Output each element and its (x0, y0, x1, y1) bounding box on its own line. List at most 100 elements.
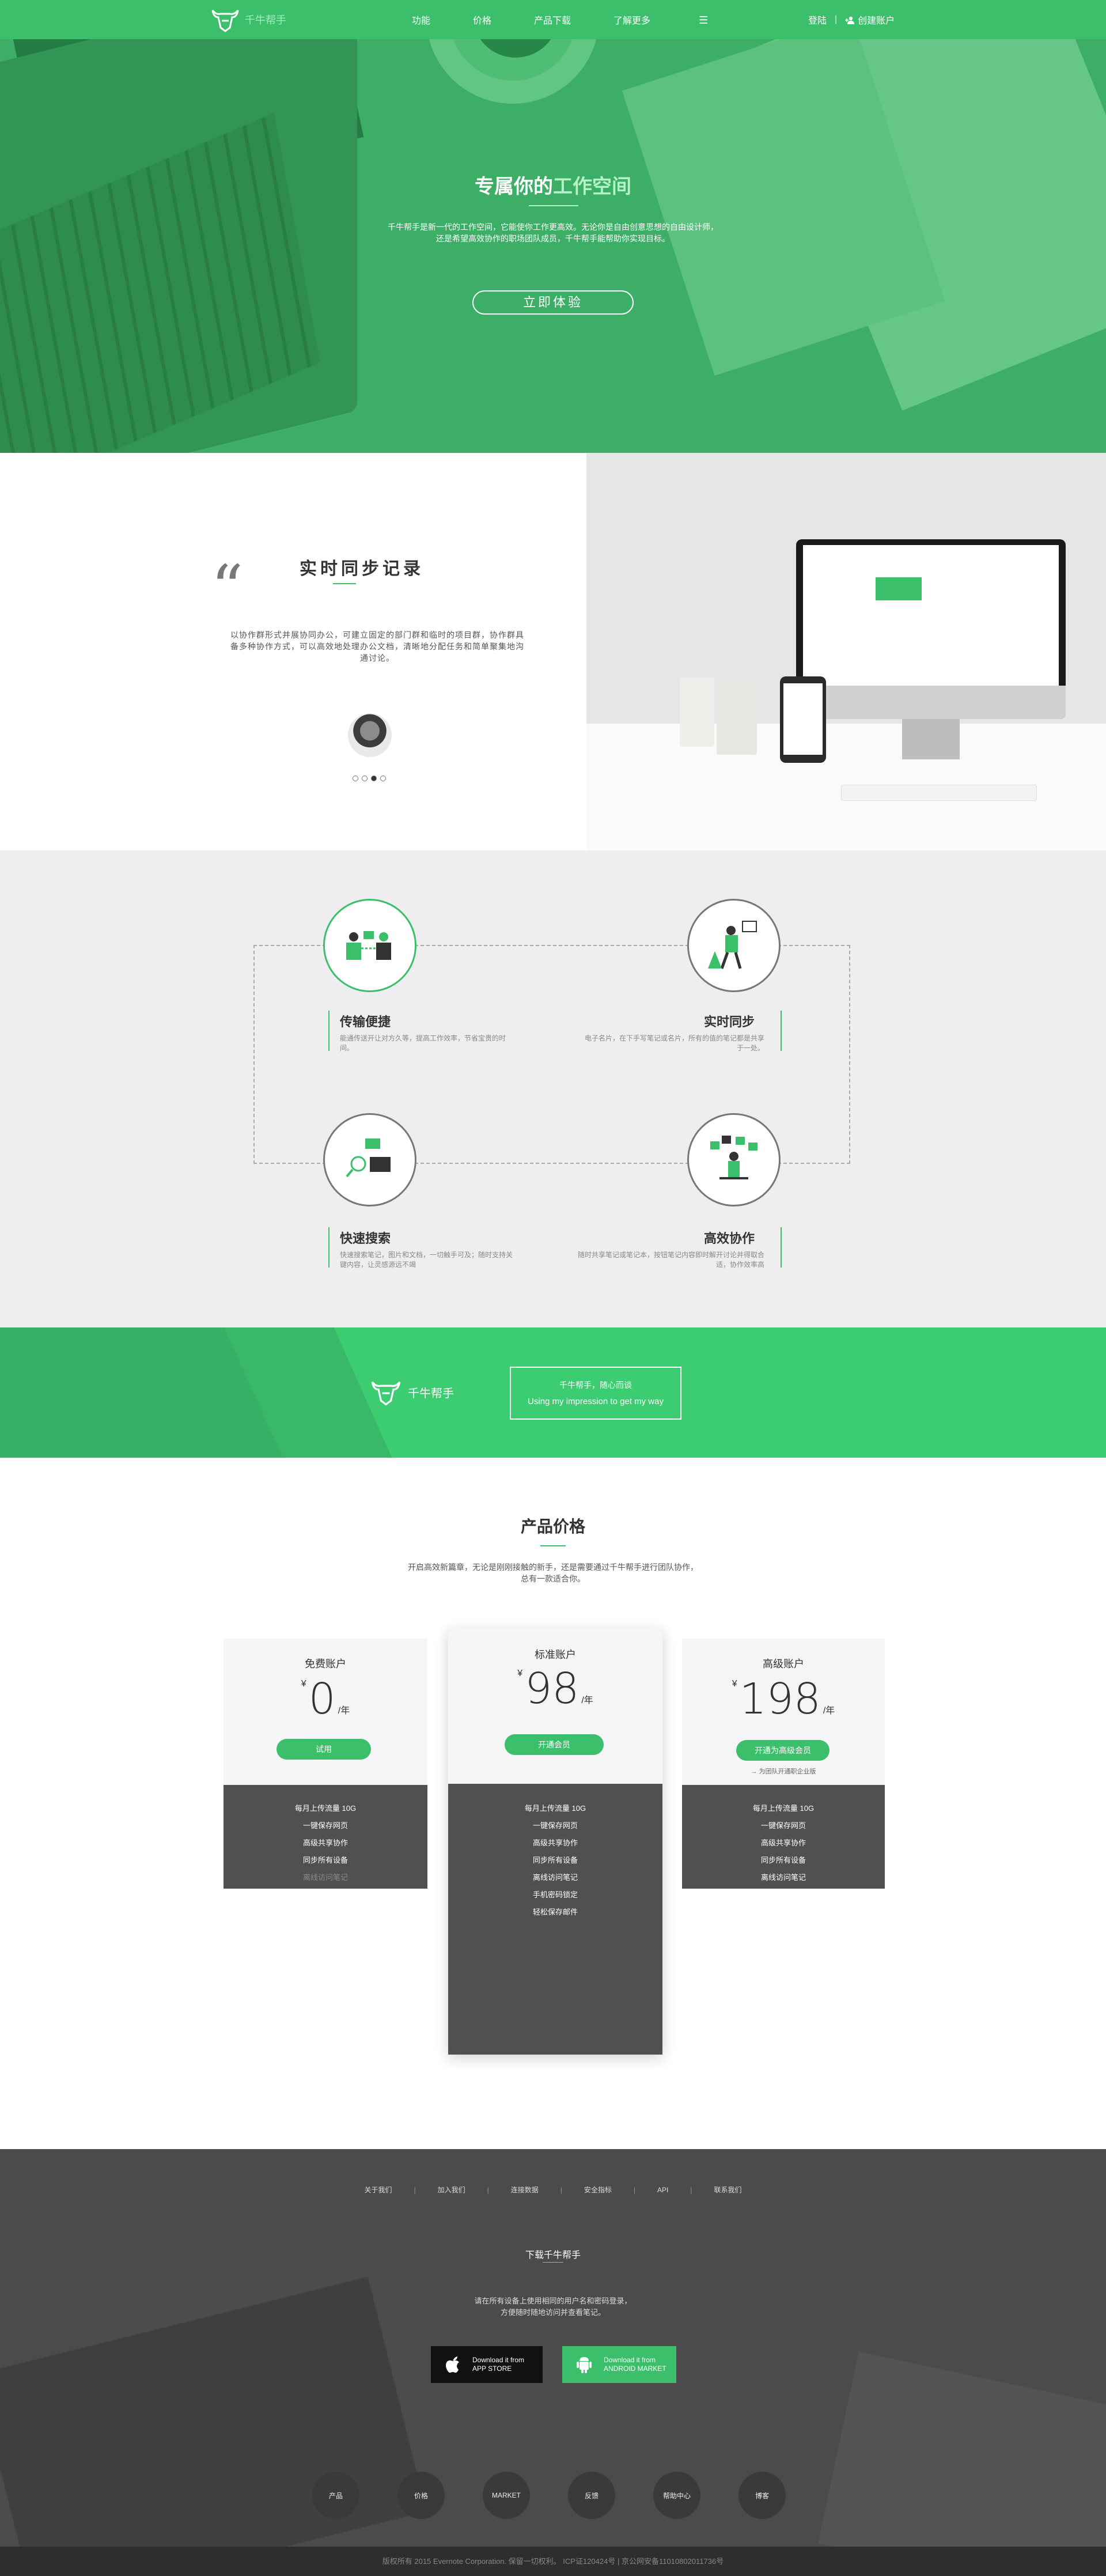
android-market-button[interactable]: Download it from ANDROID MARKET (562, 2346, 676, 2383)
plan-feature-item: 手机密码锁定 (224, 1886, 427, 1889)
plan-feature-item: 同步所有设备 (532, 1856, 578, 1864)
carousel-dot[interactable] (380, 776, 386, 781)
register-link[interactable]: 创建账户 (845, 13, 895, 27)
plan-feature-item: 手机密码锁定 (682, 1886, 885, 1889)
hero-title: 专属你的工作空间 (475, 176, 631, 198)
sync-section: “ 实时同步记录 以协作群形式并展协同办公，可建立固定的部门群和临时的项目群，协… (0, 453, 1106, 850)
main-menu: 功能 价格 产品下载 了解更多 ☰ (412, 0, 793, 39)
feature-accent-bar (781, 1227, 782, 1268)
carousel-dot[interactable] (362, 776, 368, 781)
pencil-cup (680, 678, 714, 747)
quick-link-market[interactable]: MARKET (483, 2472, 530, 2519)
plan-name: 高级账户 (763, 1658, 804, 1670)
hero-section: 专属你的工作空间 千牛帮手是新一代的工作空间，它能使你工作更高效。无论你是自由创… (0, 0, 1106, 453)
feature-text-search: 快速搜索笔记，图片和文档，一切触手可及；随时支持关键内容，让灵感源远不竭 (340, 1251, 513, 1269)
plan-feature-item: 高级共享协作 (760, 1839, 806, 1847)
plan-feature-item: 每月上传流量 10G (752, 1804, 815, 1813)
footer-link-about[interactable]: 关于我们 (364, 2185, 392, 2195)
subscribe-button[interactable]: 开通会员 (505, 1734, 604, 1755)
slogan-banner: 千牛帮手 千牛帮手，随心而谈 Using my impression to ge… (0, 1327, 1106, 1458)
pricing-title: 产品价格 (520, 1518, 585, 1535)
copyright: 版权所有 2015 Evernote Corporation. 保留一切权利。 … (0, 2547, 1106, 2576)
slogan-cn: 千牛帮手，随心而谈 (559, 1380, 632, 1390)
feature-title-sync: 实时同步 (704, 1015, 755, 1029)
quick-link-feedback[interactable]: 反馈 (568, 2472, 615, 2519)
search-illustration-icon (323, 1113, 416, 1206)
plan-feature-item: 离线访问笔记 (302, 1873, 348, 1882)
brand-logo[interactable]: 千牛帮手 (210, 7, 286, 32)
brand-name: 千牛帮手 (245, 14, 286, 26)
feature-accent-bar (328, 1011, 329, 1051)
hamburger-icon: ☰ (699, 14, 709, 26)
feature-text-sync: 电子名片，在下手写笔记或名片，所有的值的笔记都是共享于一处。 (584, 1034, 764, 1052)
quick-link-product[interactable]: 产品 (312, 2472, 359, 2519)
plan-features: 每月上传流量 10G 一键保存网页高级共享协作同步所有设备离线访问笔记手机密码锁定… (448, 1784, 662, 2055)
download-title-underline (543, 2262, 563, 2263)
footer: 关于我们 | 加入我们 | 连接数据 | 安全指标 | API | 联系我们 下载千牛帮手… (0, 2149, 1106, 2547)
account-links: 登陆 | 创建账户 (808, 0, 895, 39)
plan-feature-item: 高级共享协作 (532, 1839, 578, 1847)
menu-item-download[interactable]: 产品下载 (534, 13, 571, 27)
imac-screen (803, 545, 1059, 686)
plan-name: 标准账户 (535, 1649, 576, 1660)
apple-icon (446, 2356, 459, 2373)
top-navbar: 千牛帮手 功能 价格 产品下载 了解更多 ☰ 登陆 | 创建账户 (0, 0, 1106, 39)
banner-brand-name: 千牛帮手 (408, 1387, 454, 1400)
feature-title-search: 快速搜索 (340, 1231, 391, 1246)
plan-feature-item: 每月上传流量 10G (524, 1804, 586, 1813)
footer-link-data[interactable]: 连接数据 (511, 2185, 539, 2195)
quote-mark-icon: “ (211, 551, 244, 625)
team-plan-link[interactable]: → 为团队开通职企业版 (682, 1766, 885, 1776)
download-title: 下载千牛帮手 (525, 2250, 581, 2260)
carousel-dot[interactable] (353, 776, 358, 781)
plan-features: 每月上传流量 10G 一键保存网页高级共享协作同步所有设备离线访问笔记手机密码锁定… (224, 1785, 427, 1889)
avatar (348, 713, 392, 757)
footer-link-security[interactable]: 安全指标 (584, 2185, 612, 2195)
menu-item-more[interactable]: 了解更多 ☰ (613, 13, 751, 27)
plan-card-free: 免费账户 ¥0/年 试用 每月上传流量 10G 一键保存网页 高级共享协作 同步所有设… (224, 1639, 427, 1889)
try-now-button[interactable]: 立即体验 (472, 290, 634, 315)
hero-description: 千牛帮手是新一代的工作空间，它能使你工作更高效。无论你是自由创意思想的自由设计师… (388, 222, 718, 243)
plan-price: ¥98/年 (517, 1664, 593, 1713)
menu-item-features[interactable]: 功能 (412, 13, 430, 27)
app-store-button[interactable]: Download it from APP STORE (431, 2346, 543, 2383)
plan-price: ¥0/年 (301, 1674, 350, 1724)
plan-feature-item: 手机密码锁定 (532, 1890, 578, 1899)
divider: | (835, 14, 838, 24)
pricing-section: 产品价格 开启高效新篇章，无论是刚刚接触的新手，还是需要通过千牛帮手进行团队协作… (0, 1458, 1106, 2149)
plan-feature-item: 离线访问笔记 (760, 1873, 806, 1882)
pricing-title-underline (540, 1545, 566, 1546)
plan-feature-item: 同步所有设备 (760, 1856, 806, 1864)
try-plan-button[interactable]: 试用 (276, 1739, 371, 1760)
plan-card-standard: 标准账户 ¥98/年 开通会员 每月上传流量 10G 一键保存网页 高级共享协作 同步… (448, 1628, 662, 2055)
bull-logo-icon (371, 1381, 401, 1406)
login-link[interactable]: 登陆 (808, 13, 827, 27)
upgrade-premium-button[interactable]: 开通为高级会员 (736, 1740, 830, 1761)
menu-item-pricing[interactable]: 价格 (473, 13, 491, 27)
footer-link-contact[interactable]: 联系我们 (714, 2185, 742, 2195)
footer-link-join[interactable]: 加入我们 (438, 2185, 465, 2195)
carousel-dot-active[interactable] (371, 776, 377, 781)
footer-quick-links: 产品 价格 MARKET 反馈 帮助中心 博客 (312, 2472, 786, 2519)
footer-link-api[interactable]: API (657, 2186, 668, 2194)
quick-link-pricing[interactable]: 价格 (397, 2472, 445, 2519)
plan-features: 每月上传流量 10G 一键保存网页高级共享协作同步所有设备离线访问笔记手机密码锁定… (682, 1785, 885, 1889)
collaboration-illustration-icon (687, 1113, 781, 1206)
sync-title-underline (333, 583, 356, 584)
android-icon (577, 2357, 592, 2373)
sync-description: 以协作群形式并展协同办公，可建立固定的部门群和临时的项目群，协作群具 备多种协作… (230, 630, 524, 663)
hero-title-underline (529, 205, 578, 206)
carousel-dots (353, 776, 386, 781)
phone-screen (783, 683, 823, 755)
quick-link-blog[interactable]: 博客 (738, 2472, 786, 2519)
sync-title: 实时同步记录 (300, 559, 424, 578)
imac-stand (902, 719, 960, 759)
plan-price: ¥198/年 (732, 1674, 835, 1724)
plan-feature-item: 一键保存网页 (302, 1821, 348, 1830)
pricing-description: 开启高效新篇章，无论是刚刚接触的新手，还是需要通过千牛帮手进行团队协作， 总有一… (408, 1563, 698, 1583)
mug (717, 683, 757, 755)
quick-link-help[interactable]: 帮助中心 (653, 2472, 700, 2519)
plan-name: 免费账户 (305, 1658, 346, 1670)
banner-logo: 千牛帮手 (370, 1378, 454, 1406)
add-user-icon (845, 16, 855, 24)
